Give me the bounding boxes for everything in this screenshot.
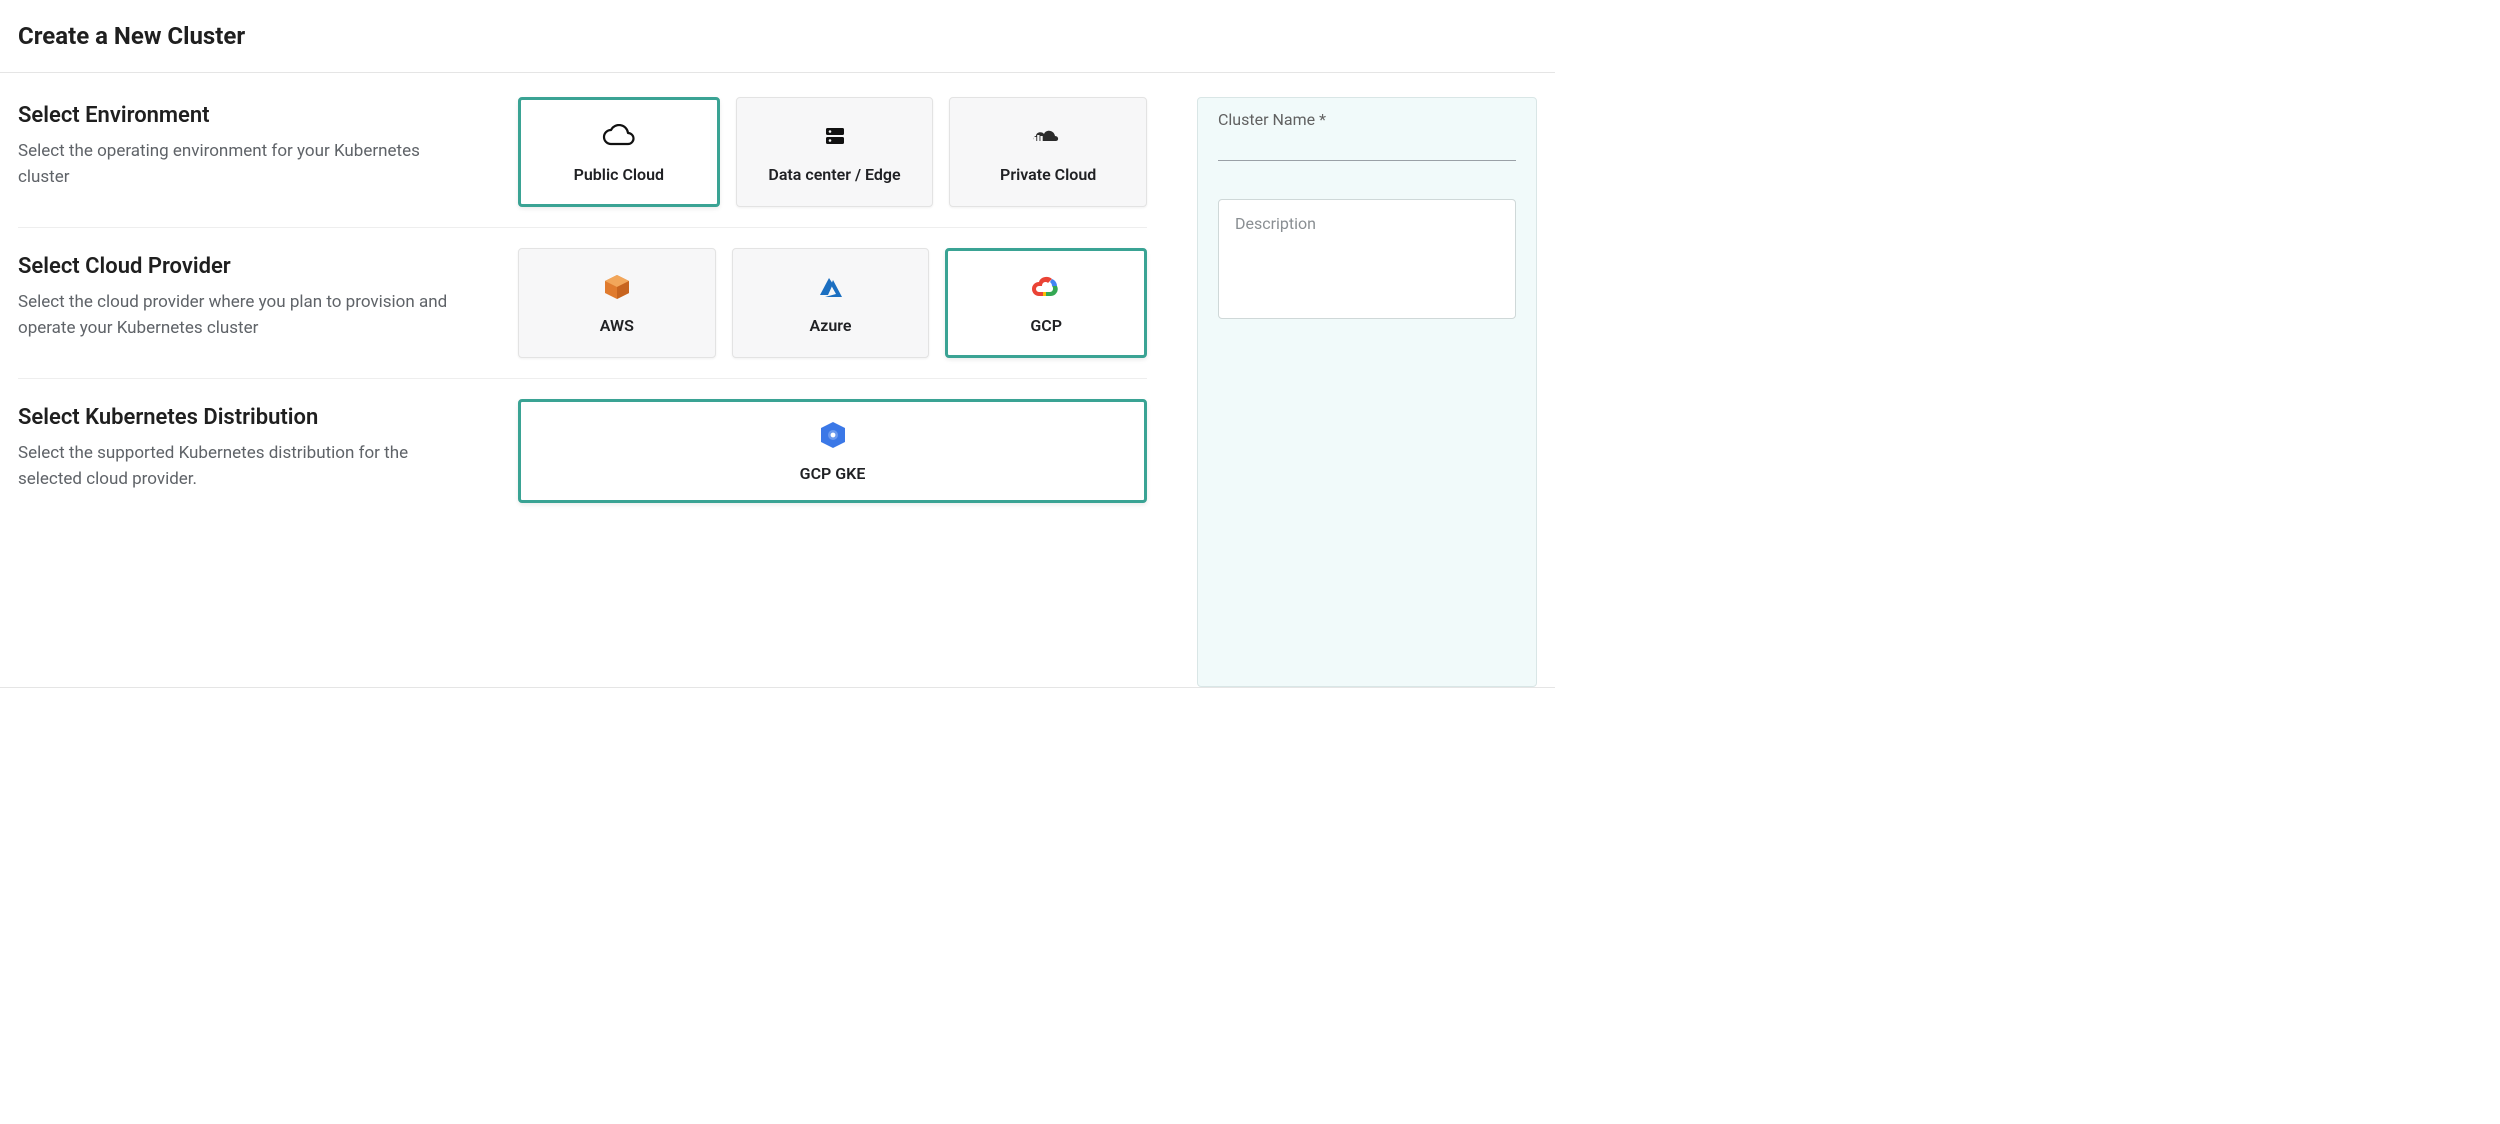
option-private-cloud-label: Private Cloud [1000,165,1096,184]
gke-icon [818,420,848,450]
cluster-name-field: Cluster Name * [1218,128,1516,161]
option-aws[interactable]: AWS [518,248,716,358]
option-public-cloud-label: Public Cloud [574,165,664,184]
option-gcp[interactable]: GCP [945,248,1147,358]
description-input[interactable] [1218,199,1516,319]
cluster-details-panel: Cluster Name * [1197,97,1537,687]
section-provider-title: Select Cloud Provider [18,254,478,279]
option-gcp-label: GCP [1030,316,1062,335]
option-gcp-gke[interactable]: GCP GKE [518,399,1147,503]
section-distribution: Select Kubernetes Distribution Select th… [18,399,1147,523]
cluster-name-input[interactable] [1218,128,1516,161]
page-title: Create a New Cluster [0,0,1555,73]
option-data-center[interactable]: Data center / Edge [736,97,934,207]
option-azure[interactable]: Azure [732,248,930,358]
section-environment: Select Environment Select the operating … [18,97,1147,228]
section-environment-title: Select Environment [18,103,478,128]
aws-icon [604,272,630,302]
gcp-icon [1030,272,1062,302]
azure-icon [816,272,846,302]
option-data-center-label: Data center / Edge [768,165,900,184]
cluster-name-label: Cluster Name * [1218,110,1326,129]
cloud-icon [602,121,636,151]
section-distribution-title: Select Kubernetes Distribution [18,405,478,430]
option-aws-label: AWS [600,316,634,335]
private-cloud-icon [1031,121,1065,151]
section-provider: Select Cloud Provider Select the cloud p… [18,248,1147,379]
option-public-cloud[interactable]: Public Cloud [518,97,720,207]
section-distribution-desc: Select the supported Kubernetes distribu… [18,440,458,493]
option-azure-label: Azure [810,316,852,335]
section-environment-desc: Select the operating environment for you… [18,138,458,191]
option-gcp-gke-label: GCP GKE [800,464,866,483]
option-private-cloud[interactable]: Private Cloud [949,97,1147,207]
section-provider-desc: Select the cloud provider where you plan… [18,289,458,342]
server-icon [823,121,847,151]
